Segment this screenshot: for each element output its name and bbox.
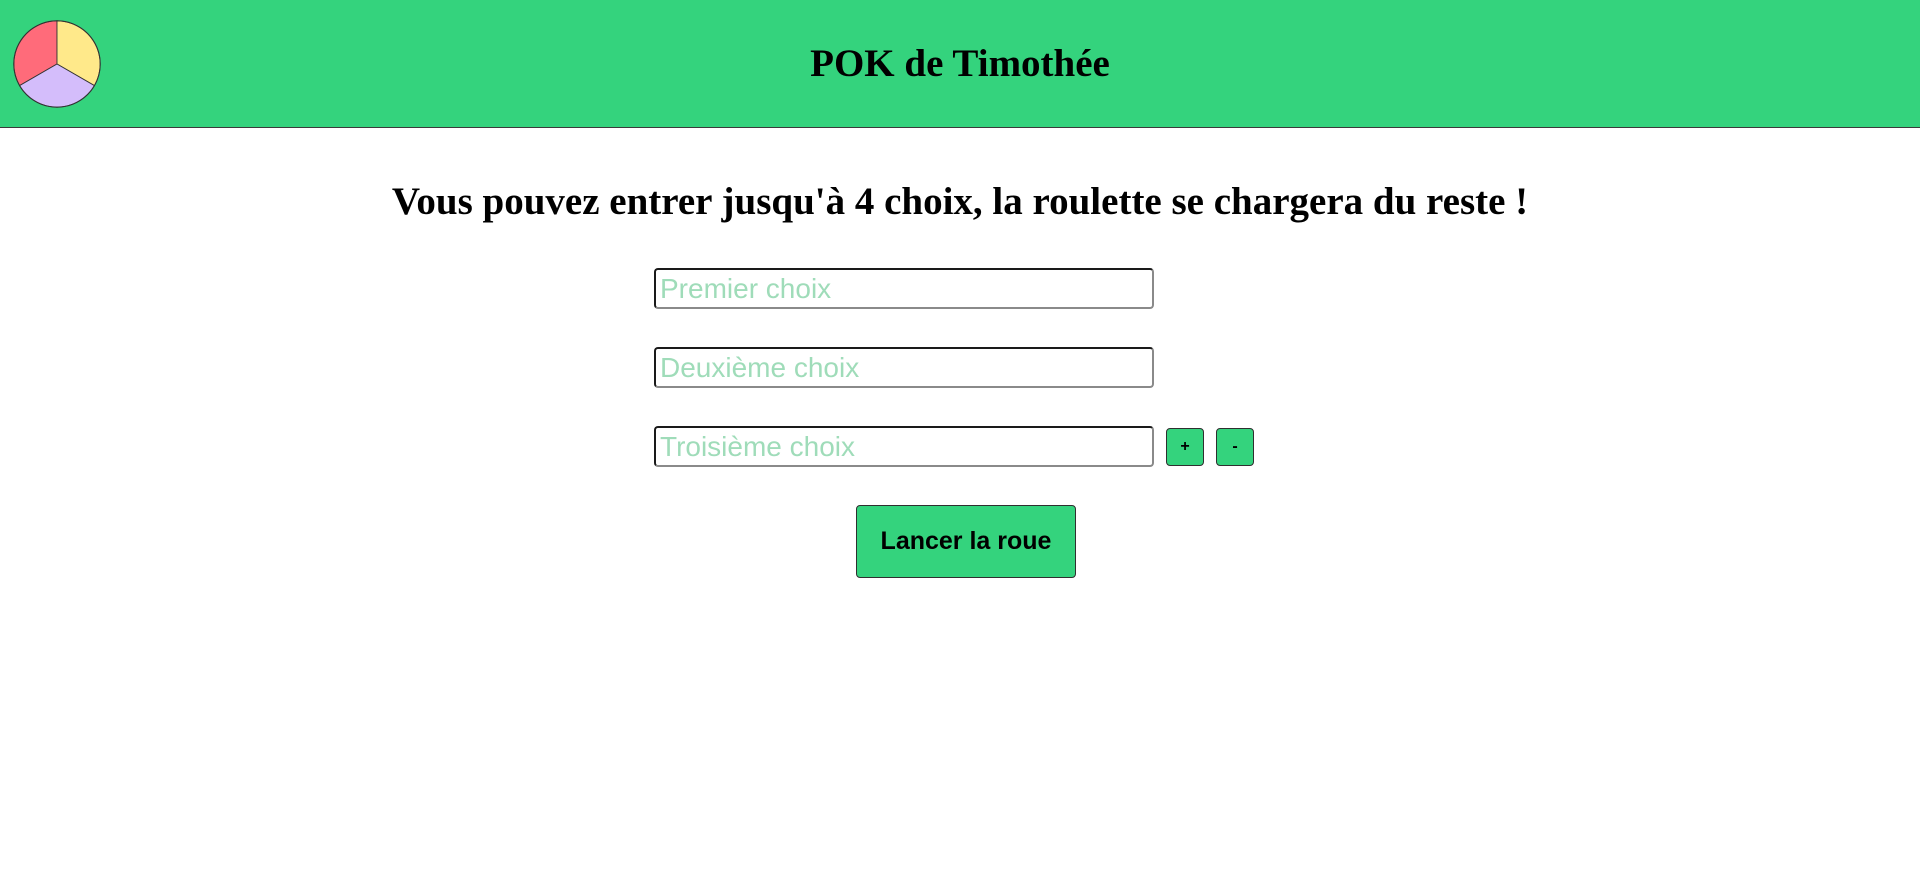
- second-choice-input[interactable]: [654, 347, 1154, 388]
- remove-choice-button[interactable]: -: [1216, 428, 1254, 466]
- instructions-heading: Vous pouvez entrer jusqu'à 4 choix, la r…: [391, 180, 1529, 223]
- add-choice-button[interactable]: +: [1166, 428, 1204, 466]
- app-title: POK de Timothée: [810, 42, 1110, 85]
- spin-wheel-button[interactable]: Lancer la roue: [856, 505, 1076, 578]
- app-header: POK de Timothée: [0, 0, 1920, 128]
- first-choice-input[interactable]: [654, 268, 1154, 309]
- third-choice-input[interactable]: [654, 426, 1154, 467]
